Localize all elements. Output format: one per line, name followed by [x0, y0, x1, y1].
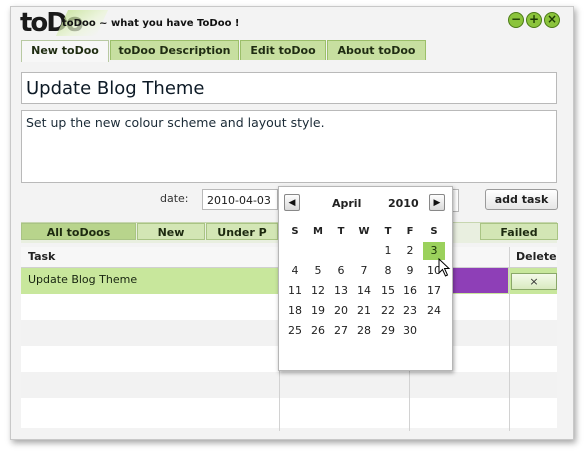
- tab-new-todoo[interactable]: New toDoo: [21, 40, 109, 62]
- calendar-day[interactable]: 19: [307, 302, 329, 320]
- calendar-day[interactable]: 26: [307, 322, 329, 340]
- maximize-button[interactable]: +: [526, 12, 542, 28]
- calendar-day[interactable]: 20: [330, 302, 352, 320]
- calendar-day[interactable]: 25: [284, 322, 306, 340]
- calendar-day[interactable]: 5: [307, 262, 329, 280]
- calendar-day[interactable]: 6: [330, 262, 352, 280]
- task-title-input[interactable]: Update Blog Theme: [21, 72, 557, 104]
- column-divider: [509, 247, 510, 431]
- weekday-label: S: [430, 226, 438, 237]
- task-description-input[interactable]: Set up the new colour scheme and layout …: [21, 110, 557, 183]
- calendar-day[interactable]: 13: [330, 282, 352, 300]
- calendar-day[interactable]: 14: [353, 282, 375, 300]
- calendar-day[interactable]: 1: [377, 242, 399, 260]
- calendar-day[interactable]: 28: [353, 322, 375, 340]
- calendar-day[interactable]: 24: [423, 302, 445, 320]
- close-button[interactable]: ×: [544, 12, 560, 28]
- add-task-button[interactable]: add task: [485, 189, 558, 210]
- mouse-cursor-icon: [438, 258, 451, 277]
- table-row-empty: [21, 398, 557, 426]
- calendar-month: April: [332, 197, 362, 210]
- tab-edit-todoo[interactable]: Edit toDoo: [240, 40, 326, 60]
- calendar-day[interactable]: 2: [399, 242, 421, 260]
- filter-failed[interactable]: Failed: [480, 223, 558, 240]
- calendar-day[interactable]: 23: [399, 302, 421, 320]
- weekday-label: T: [337, 226, 345, 237]
- weekday-label: F: [406, 226, 414, 237]
- weekday-label: S: [291, 226, 299, 237]
- calendar-year: 2010: [388, 197, 419, 210]
- weekday-label: T: [384, 226, 392, 237]
- minimize-button[interactable]: −: [508, 12, 524, 28]
- tab-todoo-description[interactable]: toDoo Description: [110, 40, 239, 60]
- filter-all-todoos[interactable]: All toDoos: [21, 223, 136, 240]
- calendar-day[interactable]: 29: [377, 322, 399, 340]
- filter-new[interactable]: New: [137, 223, 205, 240]
- calendar-day[interactable]: 7: [353, 262, 375, 280]
- calendar-day[interactable]: 18: [284, 302, 306, 320]
- next-month-button[interactable]: ▶: [429, 194, 445, 211]
- calendar-day[interactable]: 15: [377, 282, 399, 300]
- weekday-label: W: [358, 226, 370, 237]
- calendar-day[interactable]: 22: [377, 302, 399, 320]
- calendar-day[interactable]: 4: [284, 262, 306, 280]
- calendar-day[interactable]: 16: [399, 282, 421, 300]
- delete-column-header[interactable]: Delete: [516, 247, 557, 267]
- calendar-day[interactable]: 30: [399, 322, 421, 340]
- delete-task-button[interactable]: ×: [511, 273, 557, 290]
- calendar-day[interactable]: 11: [284, 282, 306, 300]
- date-input[interactable]: 2010-04-03: [202, 189, 278, 210]
- calendar-day[interactable]: 8: [377, 262, 399, 280]
- table-row-empty: [21, 372, 557, 398]
- weekday-label: M: [313, 226, 323, 237]
- calendar-day[interactable]: 27: [330, 322, 352, 340]
- date-label: date:: [160, 192, 189, 205]
- calendar-day[interactable]: 21: [353, 302, 375, 320]
- calendar-day[interactable]: 17: [423, 282, 445, 300]
- calendar-day[interactable]: 12: [307, 282, 329, 300]
- task-cell: Update Blog Theme: [28, 273, 138, 286]
- tab-about-todoo[interactable]: About toDoo: [327, 40, 426, 60]
- prev-month-button[interactable]: ◀: [284, 194, 300, 211]
- filter-under-progress[interactable]: Under P: [206, 223, 278, 240]
- calendar-day[interactable]: 9: [399, 262, 421, 280]
- task-column-header[interactable]: Task: [28, 247, 55, 267]
- window-title: toDoo ~ what you have ToDoo !: [62, 18, 240, 29]
